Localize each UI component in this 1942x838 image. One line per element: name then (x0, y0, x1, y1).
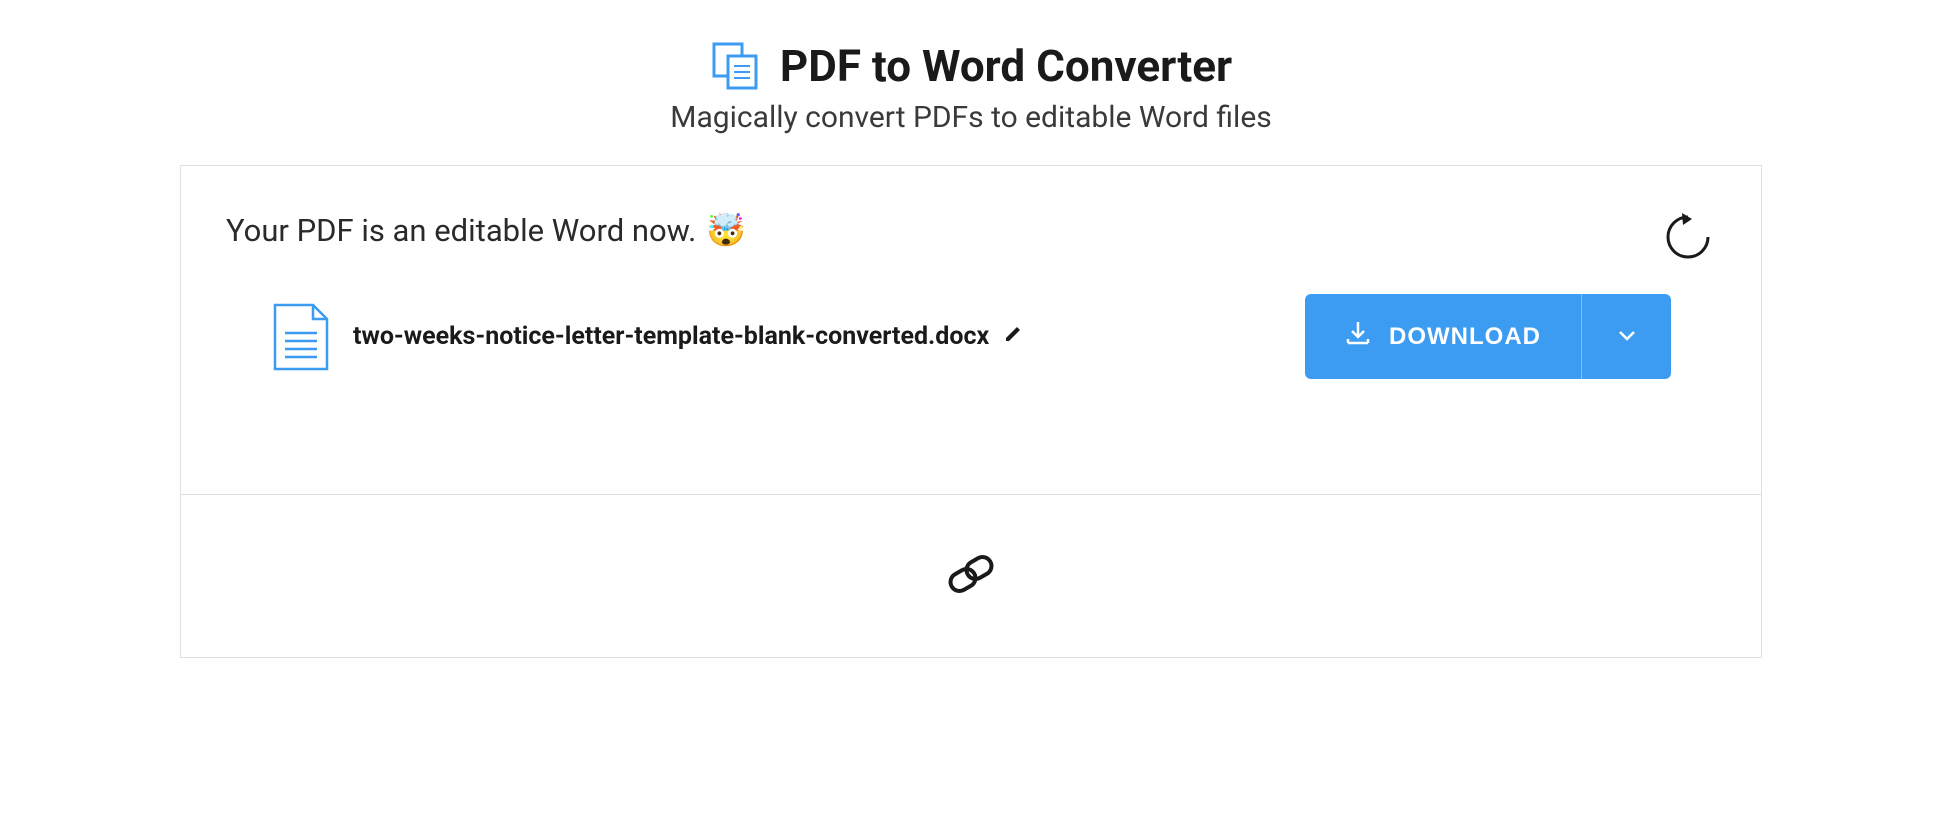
chevron-down-icon (1615, 323, 1639, 350)
file-result-row: two-weeks-notice-letter-template-blank-c… (226, 249, 1716, 434)
restart-icon (1660, 209, 1716, 269)
mind-blown-emoji: 🤯 (706, 211, 746, 249)
file-name-wrapper: two-weeks-notice-letter-template-blank-c… (353, 322, 1023, 351)
file-name: two-weeks-notice-letter-template-blank-c… (353, 322, 989, 351)
header-title-row: PDF to Word Converter (180, 40, 1762, 92)
page-title: PDF to Word Converter (780, 40, 1232, 92)
download-options-button[interactable] (1581, 294, 1671, 379)
link-icon (942, 545, 1000, 607)
download-button-group: DOWNLOAD (1305, 294, 1671, 379)
page-subtitle: Magically convert PDFs to editable Word … (180, 100, 1762, 135)
download-label: DOWNLOAD (1389, 323, 1541, 351)
document-icon (271, 301, 331, 373)
download-icon (1345, 320, 1371, 353)
restart-button[interactable] (1660, 211, 1716, 267)
download-button[interactable]: DOWNLOAD (1305, 294, 1581, 379)
status-section: Your PDF is an editable Word now. 🤯 (181, 166, 1761, 494)
copy-link-button[interactable] (940, 545, 1002, 607)
status-message: Your PDF is an editable Word now. 🤯 (226, 211, 1716, 249)
pencil-icon (1003, 324, 1023, 348)
share-section (181, 494, 1761, 657)
page-header: PDF to Word Converter Magically convert … (180, 0, 1762, 165)
status-text: Your PDF is an editable Word now. (226, 212, 696, 249)
converter-panel: Your PDF is an editable Word now. 🤯 (180, 165, 1762, 658)
copy-document-icon (710, 40, 762, 92)
edit-filename-button[interactable] (1003, 324, 1023, 348)
file-info: two-weeks-notice-letter-template-blank-c… (271, 301, 1023, 373)
